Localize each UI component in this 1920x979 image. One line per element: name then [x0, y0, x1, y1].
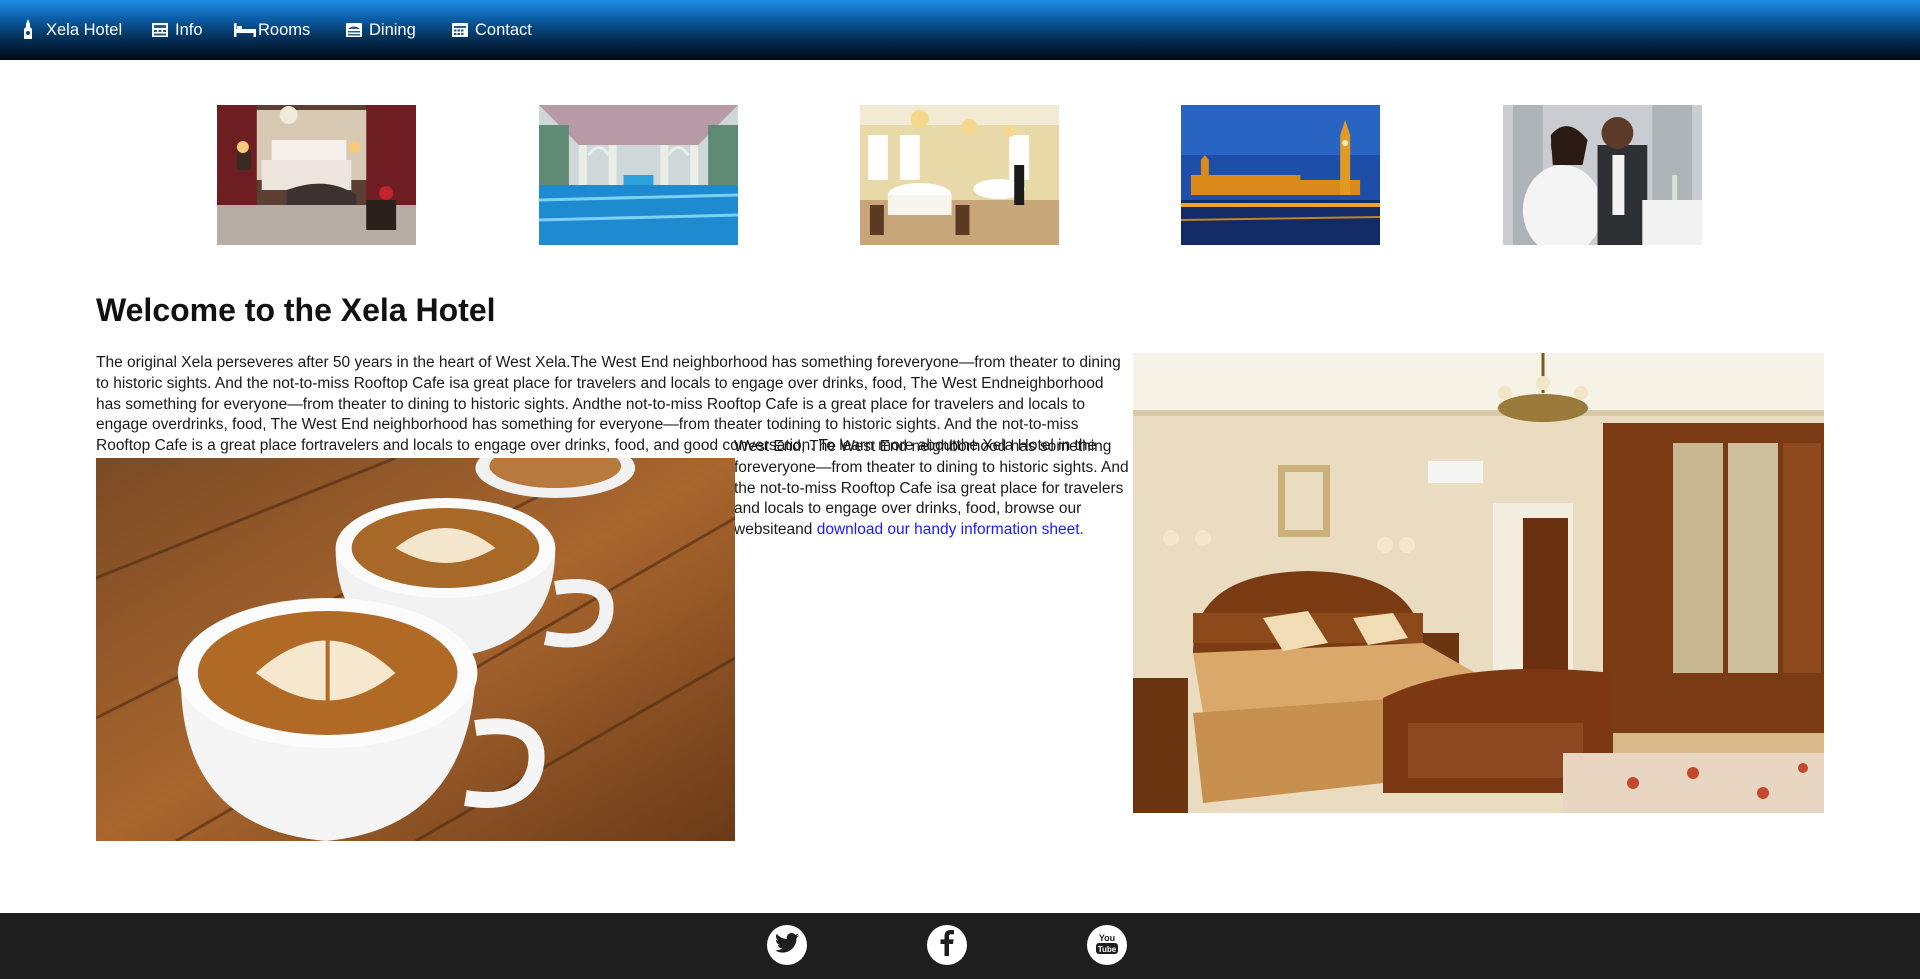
- intro-paragraph-wrap: West End, The West End neighborhood has …: [734, 437, 1134, 541]
- bedroom-thumb-image: [217, 105, 416, 245]
- dining-icon: [345, 22, 363, 38]
- top-navbar: Xela Hotel Info Rooms Dining Contact: [0, 0, 1920, 60]
- page-title: Welcome to the Xela Hotel: [96, 292, 496, 328]
- intro-line: foreveryone—from theater to dining to hi…: [734, 458, 1129, 476]
- calendar-icon: [451, 22, 469, 38]
- intro-line-prefix: websiteand: [734, 521, 813, 539]
- thumb-dining[interactable]: [860, 105, 1059, 245]
- dining-thumb-image: [860, 105, 1059, 245]
- nav-item-rooms[interactable]: Rooms: [234, 0, 310, 60]
- nav-item-label: Contact: [475, 20, 532, 39]
- latte-image: [96, 458, 735, 841]
- big-ben-thumb-image: [1181, 105, 1380, 245]
- intro-line-last: websiteand download our handy informatio…: [734, 520, 1134, 541]
- thumb-bedroom[interactable]: [217, 105, 416, 245]
- nav-brand-xela-hotel[interactable]: Xela Hotel: [22, 0, 122, 60]
- nav-brand-label: Xela Hotel: [46, 20, 123, 39]
- svg-text:You: You: [1099, 933, 1115, 943]
- tower-icon: [22, 19, 34, 41]
- intro-line: to historic sights. And the not-to-miss …: [96, 374, 1104, 392]
- intro-line: and locals to engage over drinks, food, …: [734, 500, 1082, 518]
- thumb-big-ben[interactable]: [1181, 105, 1380, 245]
- pool-thumb-image: [539, 105, 738, 245]
- intro-line: The original Xela perseveres after 50 ye…: [96, 354, 1121, 371]
- link-suffix: .: [1079, 521, 1084, 539]
- bed-icon: [234, 23, 256, 37]
- intro-line: has something for everyone—from theater …: [96, 395, 1086, 413]
- intro-line: West End, The West End neighborhood has …: [734, 438, 1112, 455]
- couple-thumb-image: [1503, 105, 1702, 245]
- nav-item-label: Dining: [369, 20, 416, 39]
- intro-line: the not-to-miss Rooftop Cafe isa great p…: [734, 479, 1124, 497]
- twitter-icon: [775, 932, 799, 958]
- latte-cups-image: [96, 458, 735, 841]
- bedroom-photo: [1133, 353, 1824, 813]
- building-icon: [151, 22, 169, 38]
- nav-item-dining[interactable]: Dining: [345, 0, 416, 60]
- svg-text:Tube: Tube: [1098, 945, 1117, 954]
- facebook-link[interactable]: [927, 925, 967, 965]
- thumb-couple[interactable]: [1503, 105, 1702, 245]
- nav-item-contact[interactable]: Contact: [451, 0, 532, 60]
- information-sheet-link[interactable]: download our handy information sheet: [817, 521, 1080, 538]
- bedroom-image: [1133, 353, 1824, 813]
- nav-item-label: Info: [175, 20, 203, 39]
- thumb-pool[interactable]: [539, 105, 738, 245]
- nav-item-label: Rooms: [258, 20, 311, 39]
- nav-item-info[interactable]: Info: [151, 0, 203, 60]
- facebook-icon: [940, 929, 954, 961]
- footer: You Tube: [0, 913, 1920, 979]
- intro-line: engage overdrinks, food, The West End ne…: [96, 416, 1079, 434]
- twitter-link[interactable]: [767, 925, 807, 965]
- youtube-icon: You Tube: [1094, 930, 1120, 961]
- youtube-link[interactable]: You Tube: [1087, 925, 1127, 965]
